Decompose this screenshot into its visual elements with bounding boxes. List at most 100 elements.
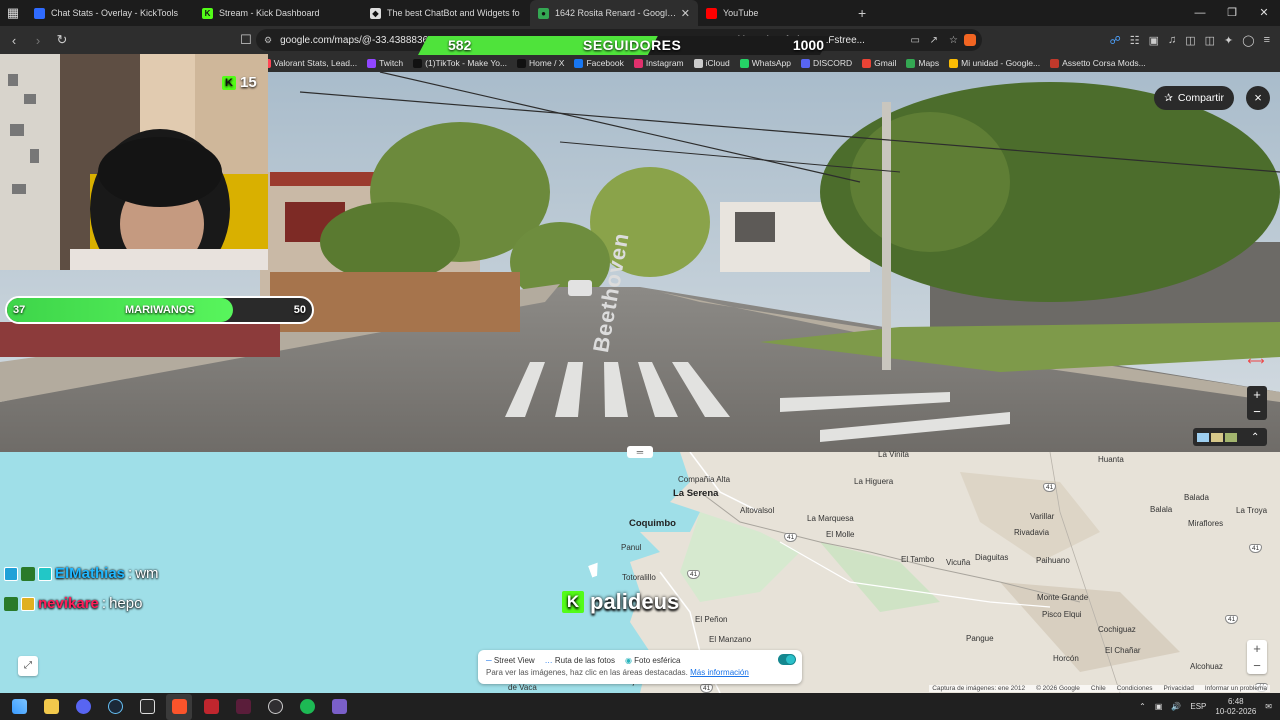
taskbar-epic[interactable] bbox=[134, 694, 160, 720]
map-place-label[interactable]: Panul bbox=[621, 543, 641, 552]
extensions-icon[interactable]: ☷ bbox=[1130, 34, 1140, 47]
taskbar-steam[interactable] bbox=[102, 694, 128, 720]
attribution-item[interactable]: Condiciones bbox=[1117, 685, 1153, 692]
map-place-label[interactable]: Diaguitas bbox=[975, 553, 1008, 562]
panel-resize-handle[interactable]: ═ bbox=[627, 446, 653, 458]
map-place-label[interactable]: La Vinita bbox=[878, 450, 909, 459]
map-place-label[interactable]: Horcón bbox=[1053, 654, 1079, 663]
tab-kick-dashboard[interactable]: K Stream - Kick Dashboard bbox=[194, 0, 362, 26]
map-zoom-out-button[interactable]: − bbox=[1247, 657, 1267, 674]
back-icon[interactable]: ‹ bbox=[4, 33, 24, 48]
more-info-link[interactable]: Más información bbox=[690, 668, 749, 677]
tab-chat-stats[interactable]: Chat Stats - Overlay - KickTools bbox=[26, 0, 194, 26]
taskbar-maps[interactable] bbox=[326, 694, 352, 720]
reload-icon[interactable]: ↻ bbox=[52, 32, 72, 48]
map-place-label[interactable]: Miraflores bbox=[1188, 519, 1223, 528]
taskbar-discord[interactable] bbox=[70, 694, 96, 720]
restore-icon[interactable]: ❐ bbox=[1216, 0, 1248, 26]
map-place-label[interactable]: Paihuano bbox=[1036, 556, 1070, 565]
bookmark-item[interactable]: WhatsApp bbox=[739, 58, 791, 68]
volume-icon[interactable]: 🔊 bbox=[1171, 702, 1181, 711]
taskbar-app-v[interactable] bbox=[230, 694, 256, 720]
map-place-label[interactable]: Pangue bbox=[966, 634, 994, 643]
bookmark-icon[interactable]: ☐ bbox=[236, 32, 256, 48]
map-place-label[interactable]: Pisco Elqui bbox=[1042, 610, 1082, 619]
attribution-item[interactable]: © 2026 Google bbox=[1036, 685, 1080, 692]
close-tab-icon[interactable]: ✕ bbox=[681, 7, 690, 20]
taskbar-explorer[interactable] bbox=[38, 694, 64, 720]
map-place-label[interactable]: Varillar bbox=[1030, 512, 1054, 521]
map-place-label[interactable]: Balala bbox=[1150, 505, 1172, 514]
map-place-label[interactable]: Huanta bbox=[1098, 455, 1124, 464]
bookmark-star-icon[interactable]: ☆ bbox=[949, 35, 958, 46]
map-place-label[interactable]: de Vaca bbox=[508, 683, 537, 692]
map-place-label[interactable]: La Higuera bbox=[854, 477, 893, 486]
street-zoom-in-button[interactable]: + bbox=[1247, 386, 1267, 403]
street-zoom-out-button[interactable]: − bbox=[1247, 403, 1267, 420]
share-button[interactable]: ✰ Compartir bbox=[1154, 86, 1234, 110]
close-street-view-button[interactable]: × bbox=[1246, 86, 1270, 110]
vpn-icon[interactable]: ◯ bbox=[1242, 34, 1254, 47]
leo-ai-icon[interactable]: ✦ bbox=[1224, 34, 1233, 47]
bookmark-item[interactable]: iCloud bbox=[693, 58, 730, 68]
map-place-label[interactable]: Vicuña bbox=[946, 558, 970, 567]
translate-icon[interactable]: ☍ bbox=[1110, 34, 1121, 47]
network-icon[interactable]: ▣ bbox=[1155, 702, 1163, 711]
bookmark-item[interactable]: Gmail bbox=[862, 58, 896, 68]
map-place-label[interactable]: Altovalsol bbox=[740, 506, 774, 515]
taskbar-spotify[interactable] bbox=[294, 694, 320, 720]
bookmark-item[interactable]: Mi unidad - Google... bbox=[949, 58, 1040, 68]
bookmark-item[interactable]: Maps bbox=[906, 58, 939, 68]
street-view-toggle[interactable] bbox=[778, 654, 796, 665]
attribution-item[interactable]: Informar un problema bbox=[1205, 685, 1267, 692]
bookmark-item[interactable]: Valorant Stats, Lead... bbox=[261, 58, 357, 68]
attribution-item[interactable]: Chile bbox=[1091, 685, 1106, 692]
map-place-label[interactable]: La Serena bbox=[673, 488, 718, 499]
map-place-label[interactable]: Compañia Alta bbox=[678, 475, 730, 484]
tab-chatbot-widgets[interactable]: ◆ The best ChatBot and Widgets fo bbox=[362, 0, 530, 26]
taskbar-brave[interactable] bbox=[166, 693, 192, 720]
site-info-icon[interactable]: ⚙ bbox=[264, 35, 272, 46]
map-place-label[interactable]: Cochiguaz bbox=[1098, 625, 1136, 634]
map-place-label[interactable]: Balada bbox=[1184, 493, 1209, 502]
map-place-label[interactable]: Coquimbo bbox=[629, 518, 676, 529]
imagery-layers-button[interactable]: ⌃ bbox=[1193, 428, 1267, 446]
forward-icon[interactable]: › bbox=[28, 33, 48, 48]
map-place-label[interactable]: El Molle bbox=[826, 530, 854, 539]
brave-shield-icon[interactable] bbox=[964, 34, 976, 46]
map-place-label[interactable]: El Tambo bbox=[901, 555, 934, 564]
media-icon[interactable]: ♫ bbox=[1168, 34, 1176, 46]
language-indicator[interactable]: ESP bbox=[1190, 702, 1206, 711]
map-place-label[interactable]: El Chañar bbox=[1105, 646, 1141, 655]
cast-icon[interactable]: ▭ bbox=[911, 35, 920, 46]
tab-youtube[interactable]: YouTube bbox=[698, 0, 848, 26]
bookmark-item[interactable]: DISCORD bbox=[800, 58, 852, 68]
map-place-label[interactable]: La Marquesa bbox=[807, 514, 854, 523]
attribution-item[interactable]: Privacidad bbox=[1164, 685, 1194, 692]
bookmark-item[interactable]: Home / X bbox=[517, 58, 564, 68]
taskbar-obs[interactable] bbox=[262, 694, 288, 720]
minimize-icon[interactable]: — bbox=[1184, 0, 1216, 26]
notifications-icon[interactable]: ✉ bbox=[1265, 702, 1272, 711]
fullscreen-map-button[interactable]: ⤢ bbox=[18, 656, 38, 676]
tray-chevron-icon[interactable]: ⌃ bbox=[1139, 702, 1146, 711]
map-place-label[interactable]: El Peñon bbox=[695, 615, 727, 624]
share-page-icon[interactable]: ↗ bbox=[930, 35, 938, 46]
compass-icon[interactable]: ⟷ bbox=[1242, 354, 1270, 372]
tab-google-maps[interactable]: ● 1642 Rosita Renard - Google Ma ✕ bbox=[530, 0, 698, 26]
taskbar-app-red[interactable] bbox=[198, 694, 224, 720]
map-place-label[interactable]: Monte Grande bbox=[1037, 593, 1088, 602]
tabs-menu-icon[interactable]: ▦ bbox=[0, 0, 26, 26]
bookmark-item[interactable]: (1)TikTok - Make Yo... bbox=[413, 58, 507, 68]
close-window-icon[interactable]: ✕ bbox=[1248, 0, 1280, 26]
map-place-label[interactable]: Totoralillo bbox=[622, 573, 656, 582]
clock[interactable]: 6:48 10-02-2026 bbox=[1215, 697, 1256, 717]
screenshot-icon[interactable]: ▣ bbox=[1149, 34, 1159, 47]
sidebar-icon[interactable]: ◫ bbox=[1185, 34, 1195, 47]
new-tab-button[interactable]: + bbox=[848, 5, 876, 21]
wallet-icon[interactable]: ◫ bbox=[1205, 34, 1215, 47]
bookmark-item[interactable]: Instagram bbox=[633, 58, 684, 68]
bookmark-item[interactable]: Twitch bbox=[367, 58, 403, 68]
map-zoom-in-button[interactable]: + bbox=[1247, 640, 1267, 657]
bookmark-item[interactable]: Assetto Corsa Mods... bbox=[1050, 58, 1146, 68]
